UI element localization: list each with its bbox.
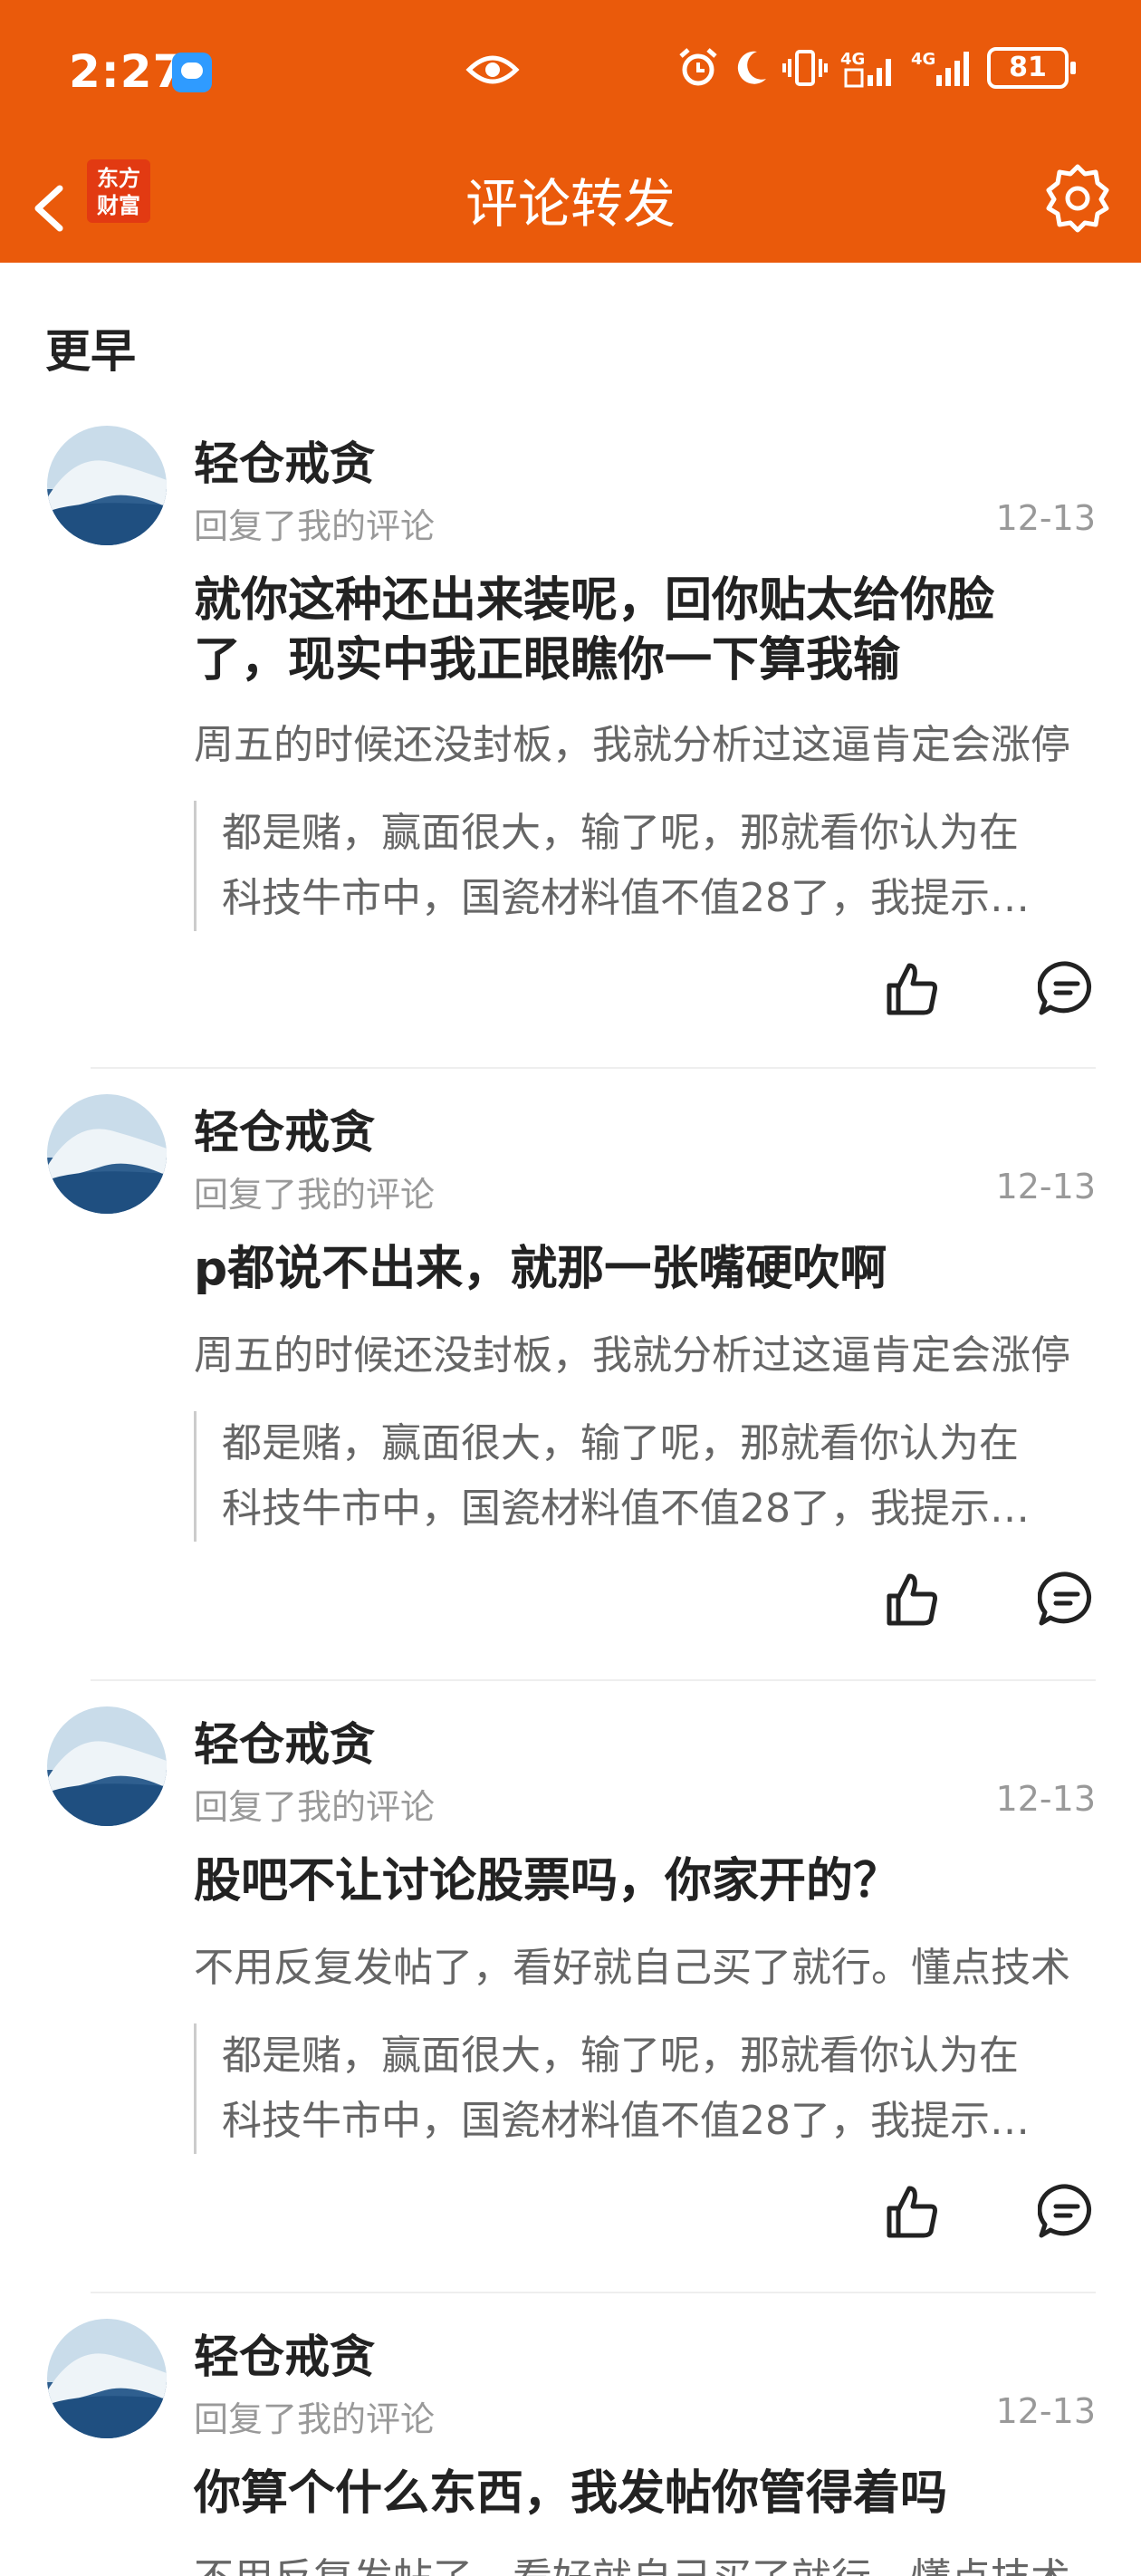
quote-line: 都是赌，赢面很大，输了呢，那就看你认为在 — [222, 2033, 1019, 2079]
svg-text:4G: 4G — [911, 50, 935, 69]
thumbs-up-icon[interactable] — [884, 1571, 942, 1629]
reply-line: 了，现实中我正眼瞧你一下算我输 — [194, 633, 901, 687]
reply-comment-icon[interactable] — [1038, 960, 1096, 1018]
reply-comment[interactable]: 股吧不让讨论股票吗，你家开的？ — [194, 1851, 1099, 1911]
notification-date: 12-13 — [995, 2391, 1096, 2431]
svg-text:4G: 4G — [840, 50, 865, 69]
reply-comment[interactable]: 你算个什么东西，我发帖你管得着吗 — [194, 2464, 1099, 2523]
notification-date: 12-13 — [995, 1167, 1096, 1206]
notification-card[interactable]: 轻仓戒贪 回复了我的评论 12-13 你算个什么东西，我发帖你管得着吗 不用反复… — [0, 2319, 1141, 2576]
moon-icon — [737, 51, 766, 84]
signal-4g-icon: 4G — [840, 50, 891, 88]
status-time: 2:27 — [69, 45, 186, 98]
reply-line: p都说不出来，就那一张嘴硬吹啊 — [194, 1242, 887, 1296]
reply-line: 股吧不让讨论股票吗，你家开的？ — [194, 1854, 901, 1908]
original-post-excerpt[interactable]: 不用反复发帖了，看好就自己买了就行。懂点技术 — [194, 1935, 1099, 1993]
message-notification-icon — [172, 53, 212, 92]
username[interactable]: 轻仓戒贪 — [194, 1708, 375, 1773]
signal-4g-icon-2: 4G — [911, 50, 969, 86]
notification-card[interactable]: 轻仓戒贪 回复了我的评论 12-13 就你这种还出来装呢，回你贴太给你脸 了，现… — [0, 426, 1141, 1024]
notification-type: 回复了我的评论 — [194, 506, 436, 546]
notification-type: 回复了我的评论 — [194, 2399, 436, 2439]
reply-comment[interactable]: 就你这种还出来装呢，回你贴太给你脸 了，现实中我正眼瞧你一下算我输 — [194, 571, 1099, 690]
reply-line: 就你这种还出来装呢，回你贴太给你脸 — [194, 573, 995, 628]
username[interactable]: 轻仓戒贪 — [194, 2321, 375, 2386]
page-title: 评论转发 — [465, 173, 676, 235]
notification-card[interactable]: 轻仓戒贪 回复了我的评论 12-13 p都说不出来，就那一张嘴硬吹啊 周五的时候… — [0, 1094, 1141, 1638]
original-post-excerpt[interactable]: 周五的时候还没封板，我就分析过这逼肯定会涨停 — [194, 712, 1099, 770]
username[interactable]: 轻仓戒贪 — [194, 1096, 375, 1161]
divider — [91, 2292, 1096, 2293]
quote-line: 都是赌，赢面很大，输了呢，那就看你认为在 — [222, 1420, 1019, 1466]
original-post-excerpt[interactable]: 不用反复发帖了，看好就自己买了就行。懂点技术 — [194, 2545, 1099, 2576]
divider — [91, 1067, 1096, 1069]
eye-icon — [465, 55, 520, 84]
reply-comment-icon[interactable] — [1038, 2183, 1096, 2241]
my-comment-quote[interactable]: 都是赌，赢面很大，输了呢，那就看你认为在 科技牛市中，国瓷材料值不值28了，我提… — [194, 801, 1090, 931]
quote-line: 科技牛市中，国瓷材料值不值28了，我提示… — [222, 2098, 1030, 2144]
original-post-excerpt[interactable]: 周五的时候还没封板，我就分析过这逼肯定会涨停 — [194, 1322, 1099, 1380]
avatar[interactable] — [47, 2319, 167, 2438]
section-title: 更早 — [45, 325, 136, 378]
reply-comment[interactable]: p都说不出来，就那一张嘴硬吹啊 — [194, 1239, 1099, 1299]
quote-line: 都是赌，赢面很大，输了呢，那就看你认为在 — [222, 810, 1019, 856]
gear-icon[interactable] — [1041, 161, 1114, 234]
battery-indicator: 81 — [987, 47, 1076, 89]
avatar[interactable] — [47, 426, 167, 545]
reply-line: 你算个什么东西，我发帖你管得着吗 — [194, 2466, 948, 2521]
reply-comment-icon[interactable] — [1038, 1571, 1096, 1629]
notification-date: 12-13 — [995, 1779, 1096, 1819]
my-comment-quote[interactable]: 都是赌，赢面很大，输了呢，那就看你认为在 科技牛市中，国瓷材料值不值28了，我提… — [194, 2023, 1090, 2154]
vibrate-icon — [782, 50, 828, 86]
my-comment-quote[interactable]: 都是赌，赢面很大，输了呢，那就看你认为在 科技牛市中，国瓷材料值不值28了，我提… — [194, 1411, 1090, 1542]
quote-line: 科技牛市中，国瓷材料值不值28了，我提示… — [222, 875, 1030, 921]
avatar[interactable] — [47, 1706, 167, 1826]
alarm-icon — [679, 48, 717, 86]
avatar[interactable] — [47, 1094, 167, 1214]
quote-line: 科技牛市中，国瓷材料值不值28了，我提示… — [222, 1485, 1030, 1532]
notification-card[interactable]: 轻仓戒贪 回复了我的评论 12-13 股吧不让讨论股票吗，你家开的？ 不用反复发… — [0, 1706, 1141, 2250]
status-icons: 4G 4G 81 — [677, 47, 1076, 89]
thumbs-up-icon[interactable] — [884, 960, 942, 1018]
notification-type: 回复了我的评论 — [194, 1175, 436, 1215]
username[interactable]: 轻仓戒贪 — [194, 428, 375, 493]
notification-type: 回复了我的评论 — [194, 1787, 436, 1827]
divider — [91, 1679, 1096, 1681]
notification-date: 12-13 — [995, 498, 1096, 538]
status-bar: 2:27 4G 4G 81 — [0, 0, 1141, 145]
thumbs-up-icon[interactable] — [884, 2183, 942, 2241]
